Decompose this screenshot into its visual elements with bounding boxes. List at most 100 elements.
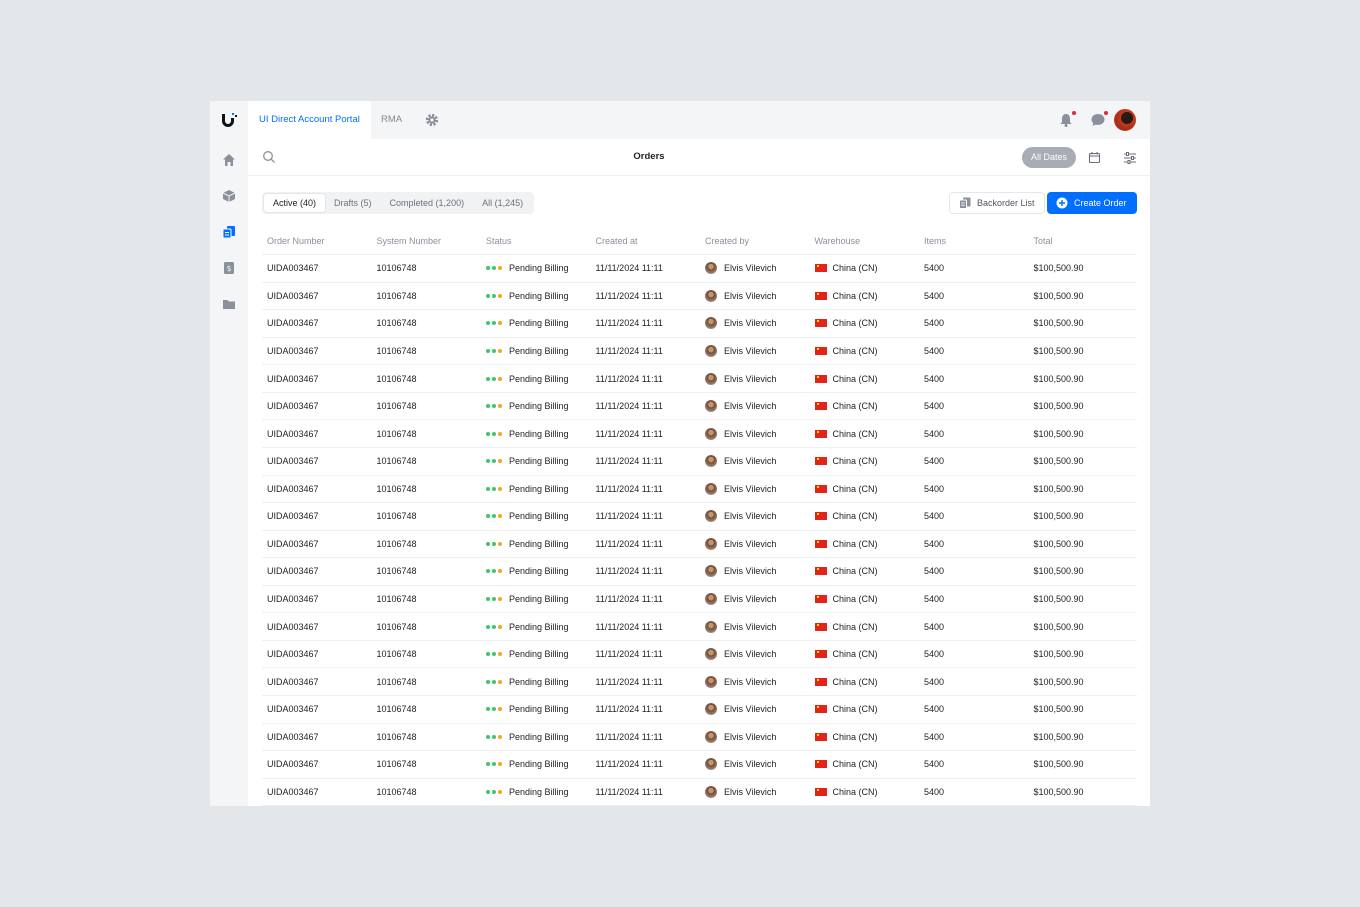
column-header[interactable]: Total bbox=[1029, 231, 1138, 254]
order-number-text: UIDA003467 bbox=[267, 704, 319, 715]
column-header[interactable]: Created at bbox=[591, 231, 701, 254]
created-at: 11/11/2024 11:11 bbox=[591, 456, 701, 466]
segment-completed[interactable]: Completed (1,200) bbox=[381, 194, 474, 212]
table-row[interactable]: UIDA003467 10106748 Pending Billing 11/11/2… bbox=[262, 503, 1137, 531]
order-number[interactable]: UIDA003467 bbox=[262, 484, 372, 494]
items-text: 5400 bbox=[924, 786, 945, 797]
order-number[interactable]: UIDA003467 bbox=[262, 318, 372, 328]
order-number[interactable]: UIDA003467 bbox=[262, 566, 372, 576]
all-dates-filter[interactable]: All Dates bbox=[1022, 147, 1076, 168]
system-number-text: 10106748 bbox=[376, 511, 417, 522]
app-window: $ UI Direct Account Portal RMA Orders Al… bbox=[210, 101, 1150, 806]
order-number[interactable]: UIDA003467 bbox=[262, 649, 372, 659]
warehouse: China (CN) bbox=[810, 759, 920, 769]
created-by: Elvis Vilevich bbox=[700, 537, 810, 550]
table-row[interactable]: UIDA003467 10106748 Pending Billing 11/11/2… bbox=[262, 365, 1137, 393]
table-row[interactable]: UIDA003467 10106748 Pending Billing 11/11/2… bbox=[262, 476, 1137, 504]
status-cell: Pending Billing bbox=[481, 787, 591, 797]
column-header[interactable]: Created by bbox=[700, 231, 810, 254]
order-number[interactable]: UIDA003467 bbox=[262, 704, 372, 714]
created-at-text: 11/11/2024 11:11 bbox=[595, 318, 663, 329]
column-header[interactable]: Warehouse bbox=[810, 231, 920, 254]
order-number[interactable]: UIDA003467 bbox=[262, 732, 372, 742]
ubiquiti-logo[interactable] bbox=[220, 111, 238, 129]
system-number-text: 10106748 bbox=[376, 373, 417, 384]
status-text: Pending Billing bbox=[509, 428, 569, 439]
backorder-list-button[interactable]: Backorder List bbox=[949, 192, 1045, 214]
created-at: 11/11/2024 11:11 bbox=[591, 484, 701, 494]
order-number[interactable]: UIDA003467 bbox=[262, 511, 372, 521]
user-avatar-icon bbox=[705, 400, 717, 413]
status-dot bbox=[492, 762, 496, 767]
warehouse-text: China (CN) bbox=[832, 263, 878, 274]
order-number[interactable]: UIDA003467 bbox=[262, 456, 372, 466]
table-row[interactable]: UIDA003467 10106748 Pending Billing 11/11/2… bbox=[262, 255, 1137, 283]
table-row[interactable]: UIDA003467 10106748 Pending Billing 11/11/2… bbox=[262, 641, 1137, 669]
order-number[interactable]: UIDA003467 bbox=[262, 374, 372, 384]
status-text: Pending Billing bbox=[509, 345, 569, 356]
status-dot bbox=[498, 459, 502, 464]
table-row[interactable]: UIDA003467 10106748 Pending Billing 11/11/2… bbox=[262, 558, 1137, 586]
order-number[interactable]: UIDA003467 bbox=[262, 787, 372, 797]
column-header[interactable]: Order Number bbox=[262, 231, 372, 254]
tab-account-portal[interactable]: UI Direct Account Portal bbox=[248, 101, 371, 139]
calendar-icon[interactable] bbox=[1088, 151, 1101, 164]
table-row[interactable]: UIDA003467 10106748 Pending Billing 11/11/2… bbox=[262, 338, 1137, 366]
status-text: Pending Billing bbox=[509, 704, 569, 715]
status-dots-icon bbox=[486, 707, 504, 712]
created-at-text: 11/11/2024 11:11 bbox=[595, 759, 663, 770]
order-number[interactable]: UIDA003467 bbox=[262, 429, 372, 439]
table-row[interactable]: UIDA003467 10106748 Pending Billing 11/11/2… bbox=[262, 696, 1137, 724]
column-header[interactable]: System Number bbox=[372, 231, 482, 254]
order-number[interactable]: UIDA003467 bbox=[262, 622, 372, 632]
created-by: Elvis Vilevich bbox=[700, 730, 810, 743]
column-header[interactable]: Status bbox=[481, 231, 591, 254]
order-number[interactable]: UIDA003467 bbox=[262, 263, 372, 273]
gear-icon[interactable] bbox=[425, 113, 439, 127]
items-text: 5400 bbox=[924, 483, 945, 494]
box-icon[interactable] bbox=[222, 189, 236, 203]
segment-all[interactable]: All (1,245) bbox=[473, 194, 532, 212]
folder-icon[interactable] bbox=[222, 297, 236, 311]
backorder-label: Backorder List bbox=[977, 198, 1035, 208]
order-number[interactable]: UIDA003467 bbox=[262, 594, 372, 604]
order-number[interactable]: UIDA003467 bbox=[262, 759, 372, 769]
home-icon[interactable] bbox=[222, 153, 236, 167]
create-order-button[interactable]: Create Order bbox=[1047, 192, 1137, 214]
table-row[interactable]: UIDA003467 10106748 Pending Billing 11/11/2… bbox=[262, 310, 1137, 338]
table-row[interactable]: UIDA003467 10106748 Pending Billing 11/11/2… bbox=[262, 668, 1137, 696]
order-number[interactable]: UIDA003467 bbox=[262, 346, 372, 356]
order-number[interactable]: UIDA003467 bbox=[262, 291, 372, 301]
order-number[interactable]: UIDA003467 bbox=[262, 539, 372, 549]
order-number-text: UIDA003467 bbox=[267, 318, 319, 329]
segment-drafts[interactable]: Drafts (5) bbox=[325, 194, 381, 212]
status-dot bbox=[486, 789, 490, 794]
table-row[interactable]: UIDA003467 10106748 Pending Billing 11/11/2… bbox=[262, 448, 1137, 476]
created-by-text: Elvis Vilevich bbox=[724, 290, 777, 301]
invoice-icon[interactable]: $ bbox=[222, 261, 236, 275]
segment-active[interactable]: Active (40) bbox=[264, 194, 326, 212]
table-row[interactable]: UIDA003467 10106748 Pending Billing 11/11/2… bbox=[262, 393, 1137, 421]
warehouse-text: China (CN) bbox=[832, 483, 878, 494]
table-row[interactable]: UIDA003467 10106748 Pending Billing 11/11/2… bbox=[262, 724, 1137, 752]
table-row[interactable]: UIDA003467 10106748 Pending Billing 11/11/2… bbox=[262, 779, 1137, 806]
table-row[interactable]: UIDA003467 10106748 Pending Billing 11/11/2… bbox=[262, 420, 1137, 448]
total-text: $100,500.90 bbox=[1033, 428, 1084, 439]
table-row[interactable]: UIDA003467 10106748 Pending Billing 11/11/2… bbox=[262, 751, 1137, 779]
message-badge bbox=[1104, 111, 1108, 115]
order-number[interactable]: UIDA003467 bbox=[262, 401, 372, 411]
user-avatar[interactable] bbox=[1114, 109, 1136, 131]
table-row[interactable]: UIDA003467 10106748 Pending Billing 11/11/2… bbox=[262, 586, 1137, 614]
filter-settings-icon[interactable] bbox=[1123, 151, 1137, 165]
column-header[interactable]: Items bbox=[919, 231, 1029, 254]
table-row[interactable]: UIDA003467 10106748 Pending Billing 11/11/2… bbox=[262, 283, 1137, 311]
status-cell: Pending Billing bbox=[481, 401, 591, 411]
table-row[interactable]: UIDA003467 10106748 Pending Billing 11/11/2… bbox=[262, 531, 1137, 559]
system-number: 10106748 bbox=[372, 649, 482, 659]
status-dot bbox=[486, 679, 490, 684]
order-number[interactable]: UIDA003467 bbox=[262, 677, 372, 687]
table-row[interactable]: UIDA003467 10106748 Pending Billing 11/11/2… bbox=[262, 613, 1137, 641]
orders-icon[interactable] bbox=[222, 225, 236, 239]
tab-rma[interactable]: RMA bbox=[370, 101, 413, 139]
status-text: Pending Billing bbox=[509, 456, 569, 467]
